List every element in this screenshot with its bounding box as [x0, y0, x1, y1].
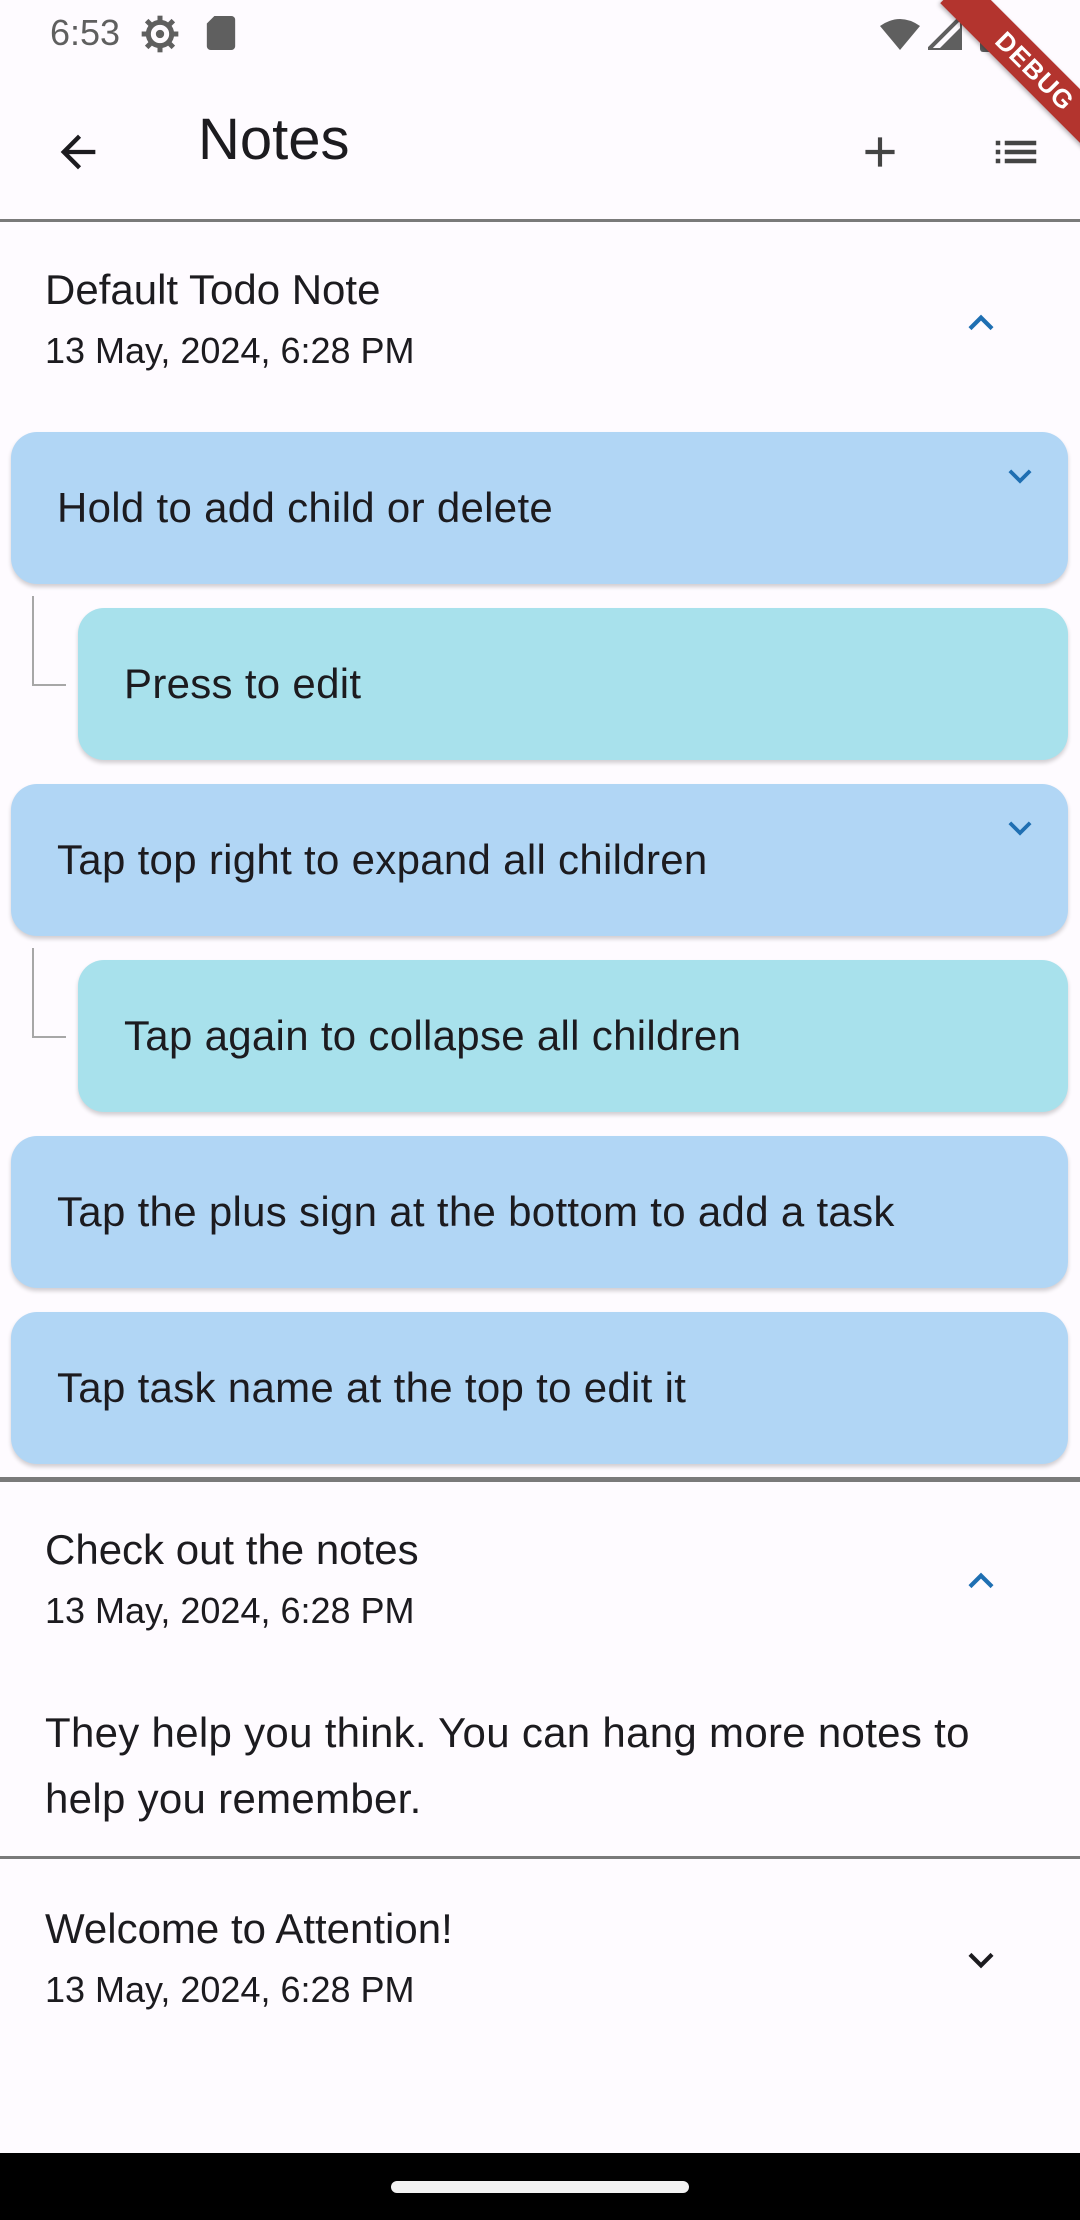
task-label[interactable]: Tap again to collapse all children: [124, 1012, 741, 1060]
status-bar: 6:53: [0, 0, 1080, 66]
note-title[interactable]: Welcome to Attention!: [45, 1905, 453, 1953]
chevron-down-icon: [1008, 469, 1032, 484]
arrow-back-icon: [60, 134, 96, 170]
list-icon: [995, 140, 1037, 164]
note-body-text[interactable]: They help you think. You can hang more n…: [45, 1700, 1045, 1832]
tree-connector: [32, 948, 66, 1038]
settings-gear-icon: [141, 15, 179, 53]
app-bar: Notes: [0, 66, 1080, 220]
add-note-button[interactable]: [842, 114, 918, 190]
note-card: Check out the notes 13 May, 2024, 6:28 P…: [0, 1482, 1080, 1856]
collapse-note-button[interactable]: [946, 1546, 1016, 1616]
expand-children-button[interactable]: [990, 446, 1050, 506]
task-item[interactable]: Tap task name at the top to edit it: [11, 1312, 1068, 1464]
note-header[interactable]: Check out the notes 13 May, 2024, 6:28 P…: [0, 1482, 1080, 1662]
collapse-note-button[interactable]: [946, 288, 1016, 358]
list-view-button[interactable]: [978, 114, 1054, 190]
chevron-down-icon: [968, 1952, 994, 1969]
tree-connector: [32, 596, 66, 686]
home-gesture-handle[interactable]: [391, 2181, 689, 2193]
task-item[interactable]: Tap top right to expand all children: [11, 784, 1068, 936]
chevron-up-icon: [968, 1572, 994, 1589]
task-label[interactable]: Tap the plus sign at the bottom to add a…: [57, 1188, 895, 1236]
note-date: 13 May, 2024, 6:28 PM: [45, 330, 415, 371]
page-title: Notes: [198, 107, 350, 172]
task-item-child[interactable]: Tap again to collapse all children: [78, 960, 1068, 1112]
note-title[interactable]: Default Todo Note: [45, 266, 380, 314]
task-label[interactable]: Press to edit: [124, 660, 361, 708]
note-card: Welcome to Attention! 13 May, 2024, 6:28…: [0, 1859, 1080, 2059]
status-time: 6:53: [50, 12, 121, 53]
sd-card-icon: [206, 16, 236, 50]
back-button[interactable]: [40, 114, 116, 190]
task-label[interactable]: Hold to add child or delete: [57, 484, 553, 532]
task-item[interactable]: Tap the plus sign at the bottom to add a…: [11, 1136, 1068, 1288]
chevron-up-icon: [968, 314, 994, 331]
task-label[interactable]: Tap top right to expand all children: [57, 836, 708, 884]
task-item[interactable]: Hold to add child or delete: [11, 432, 1068, 584]
note-header[interactable]: Default Todo Note 13 May, 2024, 6:28 PM: [0, 222, 1080, 402]
chevron-down-icon: [1008, 821, 1032, 836]
task-item-child[interactable]: Press to edit: [78, 608, 1068, 760]
note-date: 13 May, 2024, 6:28 PM: [45, 1590, 415, 1631]
note-date: 13 May, 2024, 6:28 PM: [45, 1969, 415, 2010]
note-title[interactable]: Check out the notes: [45, 1526, 419, 1574]
plus-icon: [865, 137, 895, 167]
wifi-icon: [880, 19, 920, 50]
expand-note-button[interactable]: [946, 1925, 1016, 1995]
note-header[interactable]: Welcome to Attention! 13 May, 2024, 6:28…: [0, 1859, 1080, 2049]
expand-children-button[interactable]: [990, 798, 1050, 858]
task-label[interactable]: Tap task name at the top to edit it: [57, 1364, 686, 1412]
